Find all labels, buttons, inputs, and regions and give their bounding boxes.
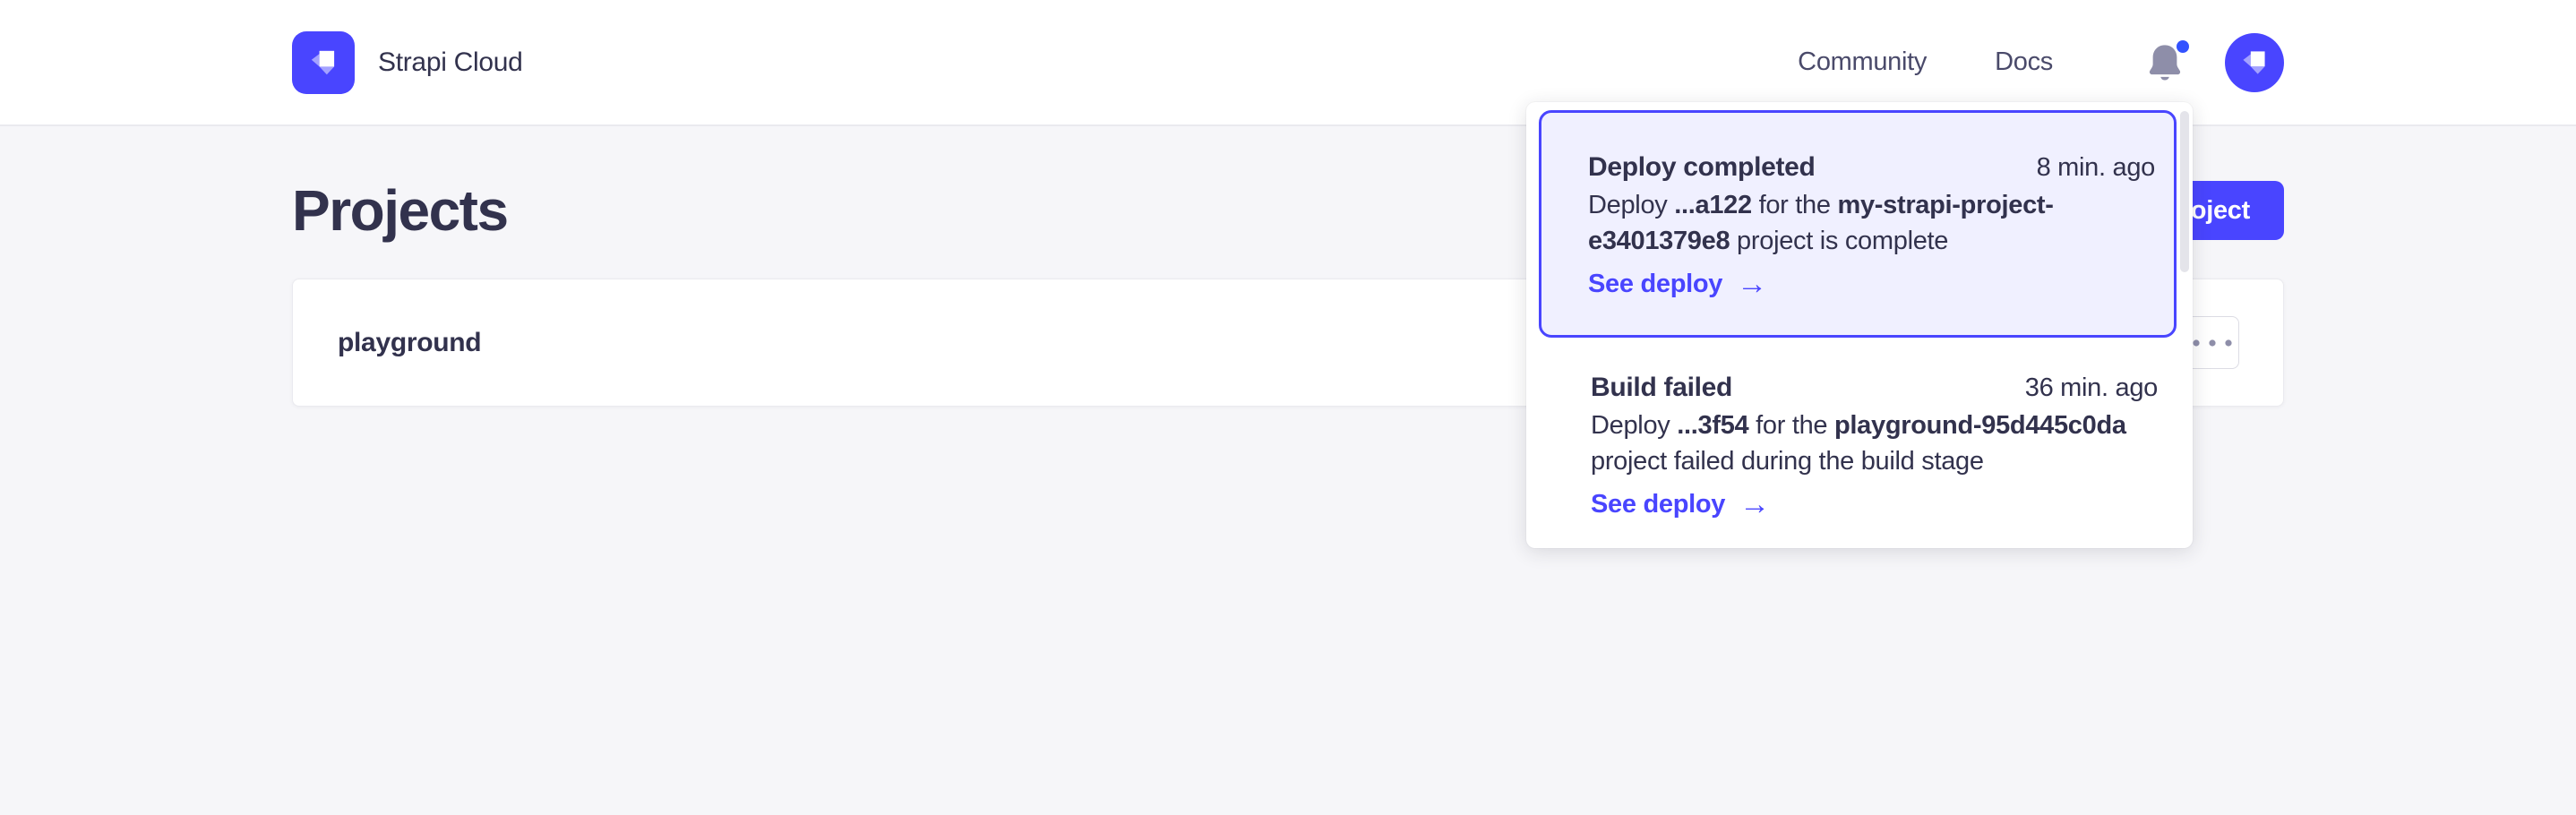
header-nav: Community Docs bbox=[1798, 33, 2284, 92]
notification-time: 36 min. ago bbox=[2025, 370, 2158, 406]
user-avatar[interactable] bbox=[2225, 33, 2284, 92]
arrow-right-icon: → bbox=[1739, 486, 1770, 522]
page-title: Projects bbox=[292, 176, 508, 244]
notification-title: Build failed bbox=[1591, 370, 1732, 406]
strapi-logo-icon bbox=[292, 31, 355, 94]
brand-home-link[interactable]: Strapi Cloud bbox=[292, 31, 523, 94]
unread-dot-icon bbox=[2177, 40, 2189, 53]
see-deploy-link[interactable]: See deploy → bbox=[1588, 266, 1767, 302]
notification-body: Deploy ...a122 for the my-strapi-project… bbox=[1588, 187, 2155, 259]
nav-link-community[interactable]: Community bbox=[1798, 47, 1927, 77]
brand-name: Strapi Cloud bbox=[378, 47, 523, 78]
notifications-bell-button[interactable] bbox=[2146, 42, 2184, 83]
notification-time: 8 min. ago bbox=[2037, 150, 2155, 185]
avatar-strapi-icon bbox=[2236, 44, 2273, 82]
nav-link-docs[interactable]: Docs bbox=[1995, 47, 2053, 77]
notification-item-deploy-completed[interactable]: Deploy completed 8 min. ago Deploy ...a1… bbox=[1539, 110, 2177, 338]
notification-body: Deploy ...3f54 for the playground-95d445… bbox=[1591, 408, 2158, 479]
notification-title: Deploy completed bbox=[1588, 150, 1816, 185]
arrow-right-icon: → bbox=[1737, 266, 1767, 302]
dropdown-scrollbar-thumb[interactable] bbox=[2180, 111, 2189, 272]
notification-item-build-failed[interactable]: Build failed 36 min. ago Deploy ...3f54 … bbox=[1526, 338, 2193, 546]
see-deploy-link[interactable]: See deploy → bbox=[1591, 486, 1770, 522]
project-name: playground bbox=[338, 328, 481, 358]
ellipsis-icon bbox=[2193, 339, 2232, 347]
notifications-dropdown: Deploy completed 8 min. ago Deploy ...a1… bbox=[1526, 102, 2193, 548]
project-more-button[interactable] bbox=[2185, 316, 2239, 369]
